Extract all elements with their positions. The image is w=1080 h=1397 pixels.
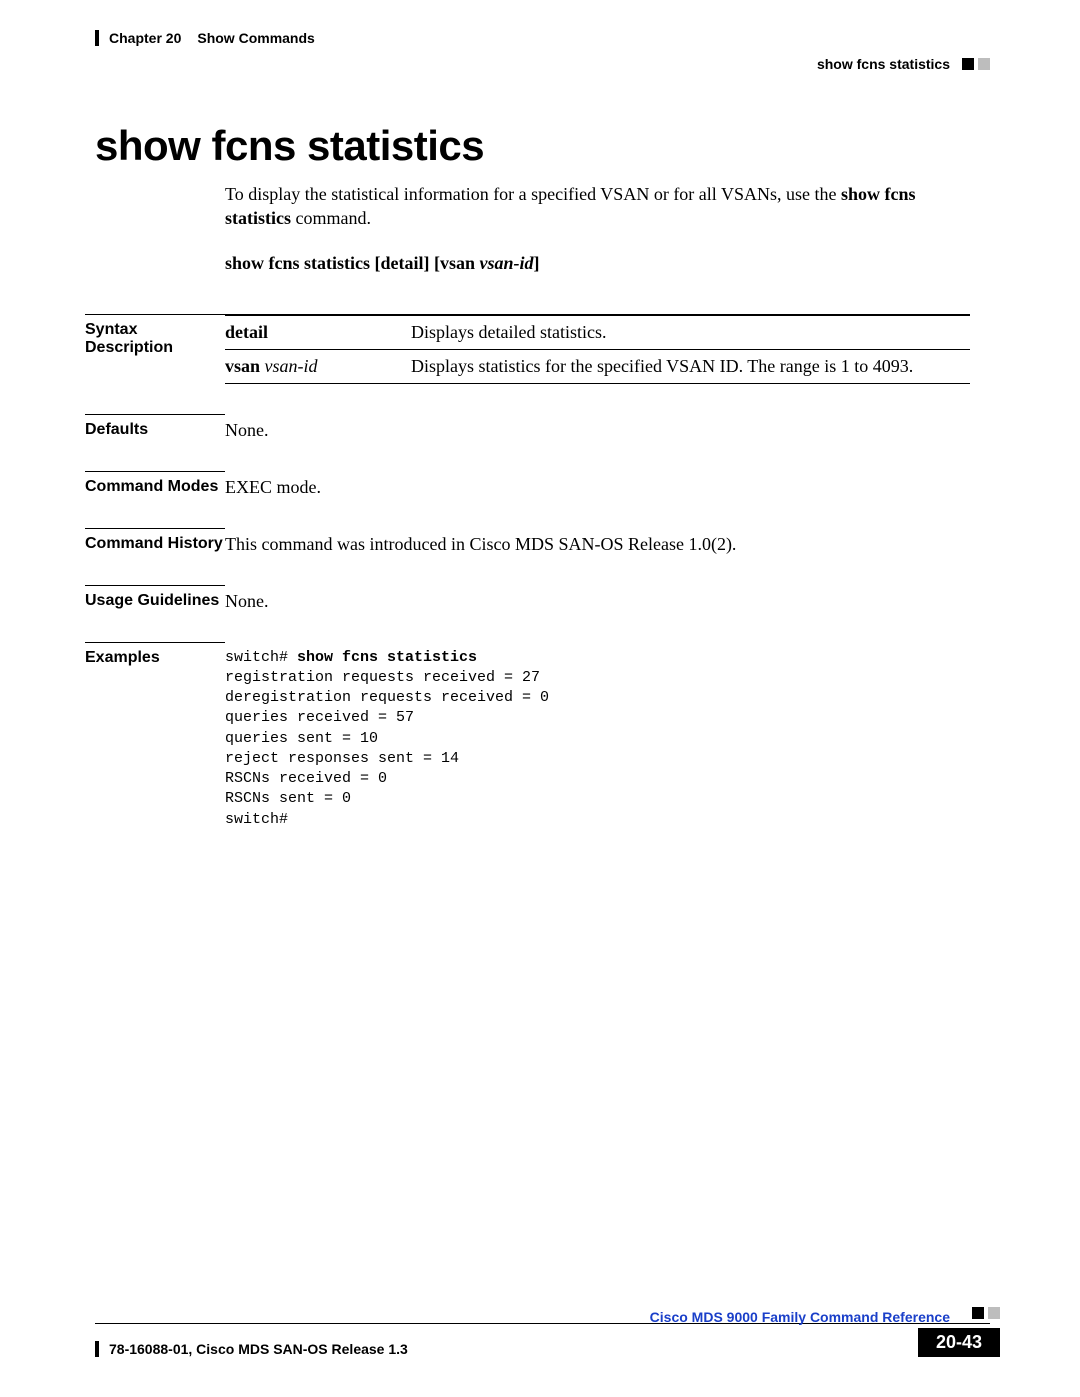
syntax-close1: ] [	[424, 253, 441, 273]
example-cmd: show fcns statistics	[297, 649, 477, 666]
example-line: queries received = 57	[225, 709, 414, 726]
footer-row: 78-16088-01, Cisco MDS SAN-OS Release 1.…	[85, 1328, 1000, 1357]
syntax-opt2-kw: vsan	[440, 253, 475, 273]
header-top: Chapter 20 Show Commands	[95, 30, 1000, 46]
header-squares-icon	[962, 58, 990, 70]
section-syntax-description: Syntax Description detail Displays detai…	[225, 314, 970, 384]
section-body: This command was introduced in Cisco MDS…	[225, 528, 970, 555]
section-body: None.	[225, 414, 970, 441]
section-label: Command Modes	[85, 471, 225, 496]
syntax-opt2-arg: vsan-id	[475, 253, 534, 273]
footer: Cisco MDS 9000 Family Command Reference …	[85, 1307, 1000, 1357]
example-prompt: switch#	[225, 649, 297, 666]
example-line: RSCNs received = 0	[225, 770, 387, 787]
footer-release: 78-16088-01, Cisco MDS SAN-OS Release 1.…	[109, 1341, 408, 1357]
header-section: Show Commands	[197, 30, 314, 46]
square-icon	[972, 1307, 984, 1319]
footer-left: 78-16088-01, Cisco MDS SAN-OS Release 1.…	[95, 1341, 408, 1357]
syntax-table: detail Displays detailed statistics. vsa…	[225, 314, 970, 384]
syntax-open1: [	[370, 253, 381, 273]
section-body: None.	[225, 585, 970, 612]
header-breadcrumb-cmd: show fcns statistics	[817, 56, 950, 72]
syntax-desc: Displays detailed statistics.	[411, 315, 970, 350]
syntax-keyword: vsan vsan-id	[225, 349, 411, 383]
section-defaults: Defaults None.	[225, 414, 970, 441]
intro-pre: To display the statistical information f…	[225, 184, 841, 204]
section-label: Command History	[85, 528, 225, 553]
section-usage-guidelines: Usage Guidelines None.	[225, 585, 970, 612]
header-chapter: Chapter 20	[109, 30, 181, 46]
example-line: registration requests received = 27	[225, 669, 540, 686]
section-command-history: Command History This command was introdu…	[225, 528, 970, 555]
syntax-opt1: detail	[381, 253, 424, 273]
page: Chapter 20 Show Commands show fcns stati…	[0, 0, 1080, 1397]
section-label: Syntax Description	[85, 314, 225, 357]
syntax-keyword: detail	[225, 315, 411, 350]
syntax-cmd: show fcns statistics	[225, 253, 370, 273]
intro-paragraph: To display the statistical information f…	[225, 182, 970, 231]
square-icon	[978, 58, 990, 70]
example-line: deregistration requests received = 0	[225, 689, 549, 706]
section-examples: Examples switch# show fcns statistics re…	[225, 642, 970, 830]
footer-squares-icon	[972, 1307, 1000, 1319]
example-line: reject responses sent = 14	[225, 750, 459, 767]
syntax-desc: Displays statistics for the specified VS…	[411, 349, 970, 383]
footer-bar-icon	[95, 1341, 99, 1357]
square-icon	[962, 58, 974, 70]
example-line: switch#	[225, 811, 288, 828]
table-row: detail Displays detailed statistics.	[225, 315, 970, 350]
section-body: detail Displays detailed statistics. vsa…	[225, 314, 970, 384]
section-body: EXEC mode.	[225, 471, 970, 498]
syntax-close2: ]	[534, 253, 540, 273]
page-number: 20-43	[918, 1328, 1000, 1357]
footer-doc-title: Cisco MDS 9000 Family Command Reference	[650, 1309, 950, 1325]
intro-post: command.	[291, 208, 371, 228]
section-label: Defaults	[85, 414, 225, 439]
header-bar-icon	[95, 30, 99, 46]
table-row: vsan vsan-id Displays statistics for the…	[225, 349, 970, 383]
example-line: queries sent = 10	[225, 730, 378, 747]
page-title: show fcns statistics	[95, 122, 1000, 170]
example-output: switch# show fcns statistics registratio…	[225, 648, 970, 830]
example-line: RSCNs sent = 0	[225, 790, 351, 807]
section-label: Usage Guidelines	[85, 585, 225, 610]
header-right: show fcns statistics	[85, 56, 990, 72]
content: To display the statistical information f…	[225, 182, 970, 830]
section-body: switch# show fcns statistics registratio…	[225, 642, 970, 830]
square-icon	[988, 1307, 1000, 1319]
section-label: Examples	[85, 642, 225, 667]
section-command-modes: Command Modes EXEC mode.	[225, 471, 970, 498]
syntax-usage-line: show fcns statistics [detail] [vsan vsan…	[225, 253, 970, 274]
